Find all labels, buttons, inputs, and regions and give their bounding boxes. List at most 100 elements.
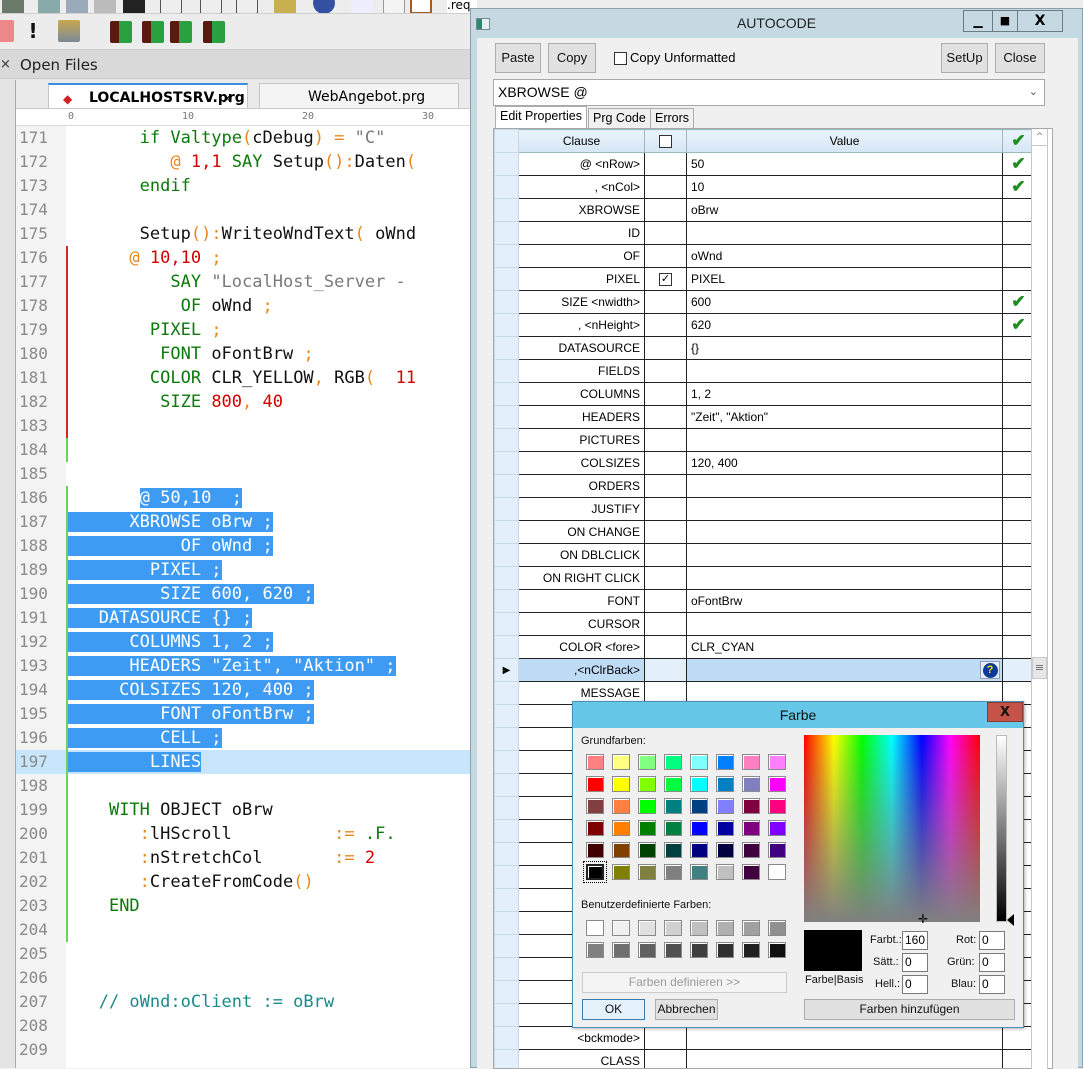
clause-cell[interactable]: SIZE <nwidth> <box>519 291 645 314</box>
basic-color-swatch[interactable] <box>768 864 786 880</box>
blue-input[interactable]: 0 <box>979 975 1005 994</box>
row-indicator[interactable] <box>495 843 519 866</box>
custom-color-swatch[interactable] <box>638 942 656 958</box>
setup-button[interactable]: SetUp <box>941 43 988 73</box>
row-indicator[interactable] <box>495 705 519 728</box>
clause-cell[interactable]: DATASOURCE <box>519 337 645 360</box>
build-settings-icon[interactable] <box>58 20 80 42</box>
row-indicator[interactable] <box>495 1027 519 1050</box>
code-line[interactable]: 199 WITH OBJECT oBrw <box>16 798 472 822</box>
lum-input[interactable]: 0 <box>902 975 928 994</box>
value-cell[interactable]: {} <box>687 337 1003 360</box>
row-indicator[interactable] <box>495 360 519 383</box>
code-line[interactable]: 181 COLOR CLR_YELLOW, RGB( 11 <box>16 366 472 390</box>
value-cell[interactable]: 10 <box>687 176 1003 199</box>
color-spectrum[interactable] <box>804 735 980 922</box>
row-indicator[interactable] <box>495 1050 519 1069</box>
row-indicator[interactable] <box>495 544 519 567</box>
basic-color-swatch[interactable] <box>638 754 656 770</box>
clause-cell[interactable]: COLSIZES <box>519 452 645 475</box>
binary-icon[interactable] <box>236 0 258 14</box>
value-cell[interactable] <box>687 521 1003 544</box>
basic-color-swatch[interactable] <box>612 798 630 814</box>
grid-row[interactable]: DATASOURCE {} <box>495 337 1035 360</box>
row-indicator[interactable] <box>495 567 519 590</box>
basic-color-swatch[interactable] <box>742 776 760 792</box>
basic-color-swatch[interactable] <box>742 820 760 836</box>
copy-file-icon[interactable] <box>38 0 60 14</box>
row-indicator[interactable] <box>495 498 519 521</box>
include-cell[interactable] <box>645 176 687 199</box>
include-cell[interactable] <box>645 291 687 314</box>
value-cell[interactable]: "Zeit", "Aktion" <box>687 406 1003 429</box>
include-cell[interactable] <box>645 1050 687 1069</box>
include-cell[interactable]: ✓ <box>645 268 687 291</box>
row-indicator[interactable] <box>495 774 519 797</box>
include-cell[interactable] <box>645 337 687 360</box>
code-line[interactable]: 176 @ 10,10 ; <box>16 246 472 270</box>
grid-row[interactable]: PIXEL✓PIXEL <box>495 268 1035 291</box>
basic-color-swatch[interactable] <box>742 864 760 880</box>
include-cell[interactable] <box>645 452 687 475</box>
row-indicator[interactable] <box>495 958 519 981</box>
basic-color-swatch[interactable] <box>690 798 708 814</box>
basic-color-swatch[interactable] <box>638 864 656 880</box>
font-icon[interactable] <box>123 0 145 14</box>
custom-color-swatch[interactable] <box>742 920 760 936</box>
code-line[interactable]: 190 SIZE 600, 620 ; <box>16 582 472 606</box>
clause-cell[interactable]: CURSOR <box>519 613 645 636</box>
grid-row[interactable]: ON RIGHT CLICK <box>495 567 1035 590</box>
row-indicator[interactable] <box>495 728 519 751</box>
basic-color-swatch[interactable] <box>742 842 760 858</box>
basic-color-swatch[interactable] <box>664 776 682 792</box>
custom-color-swatch[interactable] <box>742 942 760 958</box>
code-line[interactable]: 205 <box>16 942 472 966</box>
value-cell[interactable]: oFontBrw <box>687 590 1003 613</box>
row-indicator[interactable] <box>495 268 519 291</box>
select-all-checkbox[interactable] <box>659 135 672 148</box>
value-cell[interactable] <box>687 613 1003 636</box>
value-cell[interactable]: oBrw <box>687 199 1003 222</box>
clause-cell[interactable]: ON DBLCLICK <box>519 544 645 567</box>
value-cell[interactable] <box>687 360 1003 383</box>
grid-row[interactable]: ON DBLCLICK <box>495 544 1035 567</box>
include-cell[interactable] <box>645 498 687 521</box>
custom-color-swatch[interactable] <box>586 920 604 936</box>
grid-row[interactable]: JUSTIFY <box>495 498 1035 521</box>
code-line[interactable]: 203 END <box>16 894 472 918</box>
basic-color-swatch[interactable] <box>768 820 786 836</box>
text-lines-icon[interactable] <box>160 0 182 14</box>
code-line[interactable]: 204 <box>16 918 472 942</box>
custom-color-swatch[interactable] <box>612 920 630 936</box>
code-line[interactable]: 184 <box>16 438 472 462</box>
basic-color-swatch[interactable] <box>612 820 630 836</box>
basic-color-swatch[interactable] <box>586 776 604 792</box>
code-line[interactable]: 209 <box>16 1038 472 1062</box>
tab-prg-code[interactable]: Prg Code <box>588 108 651 128</box>
row-indicator[interactable] <box>495 245 519 268</box>
check-header[interactable] <box>645 130 687 153</box>
row-indicator[interactable] <box>495 912 519 935</box>
basic-color-swatch[interactable] <box>742 754 760 770</box>
code-line[interactable]: 187 XBROWSE oBrw ; <box>16 510 472 534</box>
value-cell[interactable] <box>687 429 1003 452</box>
include-cell[interactable] <box>645 360 687 383</box>
basic-color-swatch[interactable] <box>716 864 734 880</box>
basic-color-swatch[interactable] <box>664 820 682 836</box>
code-line[interactable]: 194 COLSIZES 120, 400 ; <box>16 678 472 702</box>
cancel-button[interactable]: Abbrechen <box>655 999 718 1020</box>
value-cell[interactable]: 1, 2 <box>687 383 1003 406</box>
grid-scrollbar[interactable]: ^ ≡ <box>1031 129 1048 1069</box>
value-cell[interactable]: CLR_CYAN <box>687 636 1003 659</box>
clause-cell[interactable]: FONT <box>519 590 645 613</box>
basic-color-swatch[interactable] <box>612 864 630 880</box>
basic-color-swatch[interactable] <box>716 754 734 770</box>
custom-color-swatch[interactable] <box>716 920 734 936</box>
maximize-button[interactable]: ■ <box>992 10 1018 32</box>
code-line[interactable]: 198 <box>16 774 472 798</box>
clause-cell[interactable]: PICTURES <box>519 429 645 452</box>
code-line[interactable]: 177 SAY "LocalHost_Server - <box>16 270 472 294</box>
code-editor[interactable]: 171 if Valtype(cDebug) = "C"172 @ 1,1 SA… <box>16 126 472 1068</box>
clause-cell[interactable]: @ <nRow> <box>519 153 645 176</box>
code-line[interactable]: 178 OF oWnd ; <box>16 294 472 318</box>
